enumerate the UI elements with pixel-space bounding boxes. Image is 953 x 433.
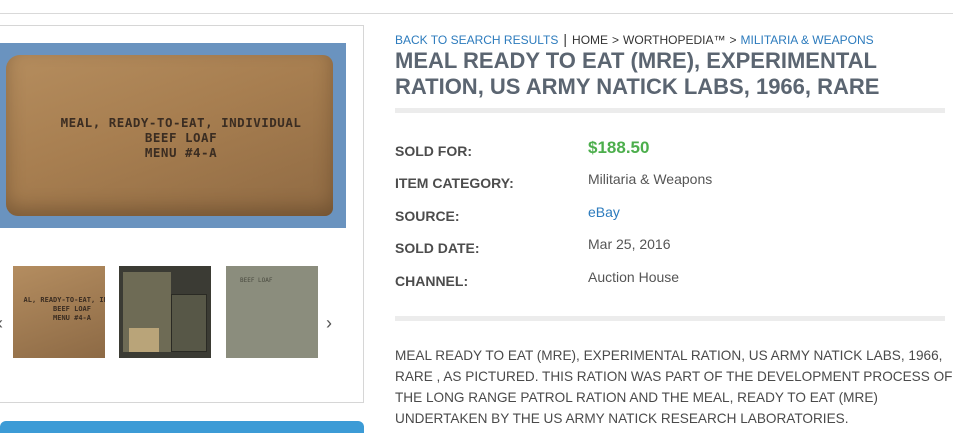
breadcrumb-arrow: > [612, 33, 620, 47]
channel-value: Auction House [588, 269, 680, 285]
breadcrumb-worthopedia-link[interactable]: WORTHOPEDIA™ [623, 33, 725, 47]
item-title: MEAL READY TO EAT (MRE), EXPERIMENTAL RA… [395, 48, 880, 99]
thumbnail-2[interactable] [119, 266, 211, 358]
action-button-bar[interactable] [0, 421, 364, 433]
top-divider [0, 13, 953, 14]
package-print-line: MEAL, READY-TO-EAT, INDIVIDUAL [60, 115, 302, 130]
back-to-results-link[interactable]: BACK TO SEARCH RESULTS [395, 33, 558, 47]
mre-package: MEAL, READY-TO-EAT, INDIVIDUAL BEEF LOAF… [6, 55, 333, 216]
thumbnail-print-line: BEEF LOAF [240, 277, 273, 284]
ration-pack-shape [129, 328, 159, 352]
item-category-label: ITEM CATEGORY: [395, 175, 514, 191]
sold-for-label: SOLD FOR: [395, 143, 472, 159]
source-link[interactable]: eBay [588, 204, 620, 220]
package-print: MEAL, READY-TO-EAT, INDIVIDUAL BEEF LOAF… [46, 115, 316, 160]
breadcrumb-home-link[interactable]: HOME [572, 33, 608, 47]
thumbnail-3[interactable]: BEEF LOAF [226, 266, 318, 358]
thumbnail-print: BEEF LOAF [240, 276, 273, 285]
breadcrumb-pipe: | [563, 31, 568, 47]
item-description: MEAL READY TO EAT (MRE), EXPERIMENTAL RA… [395, 348, 953, 426]
item-category-value: Militaria & Weapons [588, 171, 713, 187]
sold-date-value: Mar 25, 2016 [588, 236, 671, 252]
main-product-image[interactable]: MEAL, READY-TO-EAT, INDIVIDUAL BEEF LOAF… [0, 43, 346, 228]
breadcrumb: BACK TO SEARCH RESULTS | HOME > WORTHOPEDIA™… [395, 31, 874, 47]
details-divider [395, 316, 945, 321]
image-gallery: MEAL, READY-TO-EAT, INDIVIDUAL BEEF LOAF… [0, 25, 364, 403]
ration-pack-shape [171, 294, 207, 352]
breadcrumb-arrow: > [729, 33, 737, 47]
title-divider [395, 108, 945, 113]
thumbnail-print: AL, READY-TO-EAT, INDIV BEEF LOAF MENU #… [17, 296, 105, 323]
thumbnail-1[interactable]: AL, READY-TO-EAT, INDIV BEEF LOAF MENU #… [13, 266, 105, 358]
thumbnail-print-line: AL, READY-TO-EAT, INDIV [23, 296, 105, 304]
package-print-line: BEEF LOAF [144, 130, 218, 145]
package-print-line: MENU #4-A [144, 145, 218, 160]
thumbnail-print-line: MENU #4-A [53, 314, 91, 322]
sold-for-price: $188.50 [588, 138, 650, 157]
prev-arrow-icon[interactable]: ‹ [0, 313, 3, 334]
source-label: SOURCE: [395, 208, 460, 224]
next-arrow-icon[interactable]: › [326, 313, 332, 334]
thumbnail-print-line: BEEF LOAF [53, 305, 91, 313]
channel-label: CHANNEL: [395, 273, 469, 289]
breadcrumb-category-link[interactable]: MILITARIA & WEAPONS [741, 33, 874, 47]
sold-date-label: SOLD DATE: [395, 240, 480, 256]
